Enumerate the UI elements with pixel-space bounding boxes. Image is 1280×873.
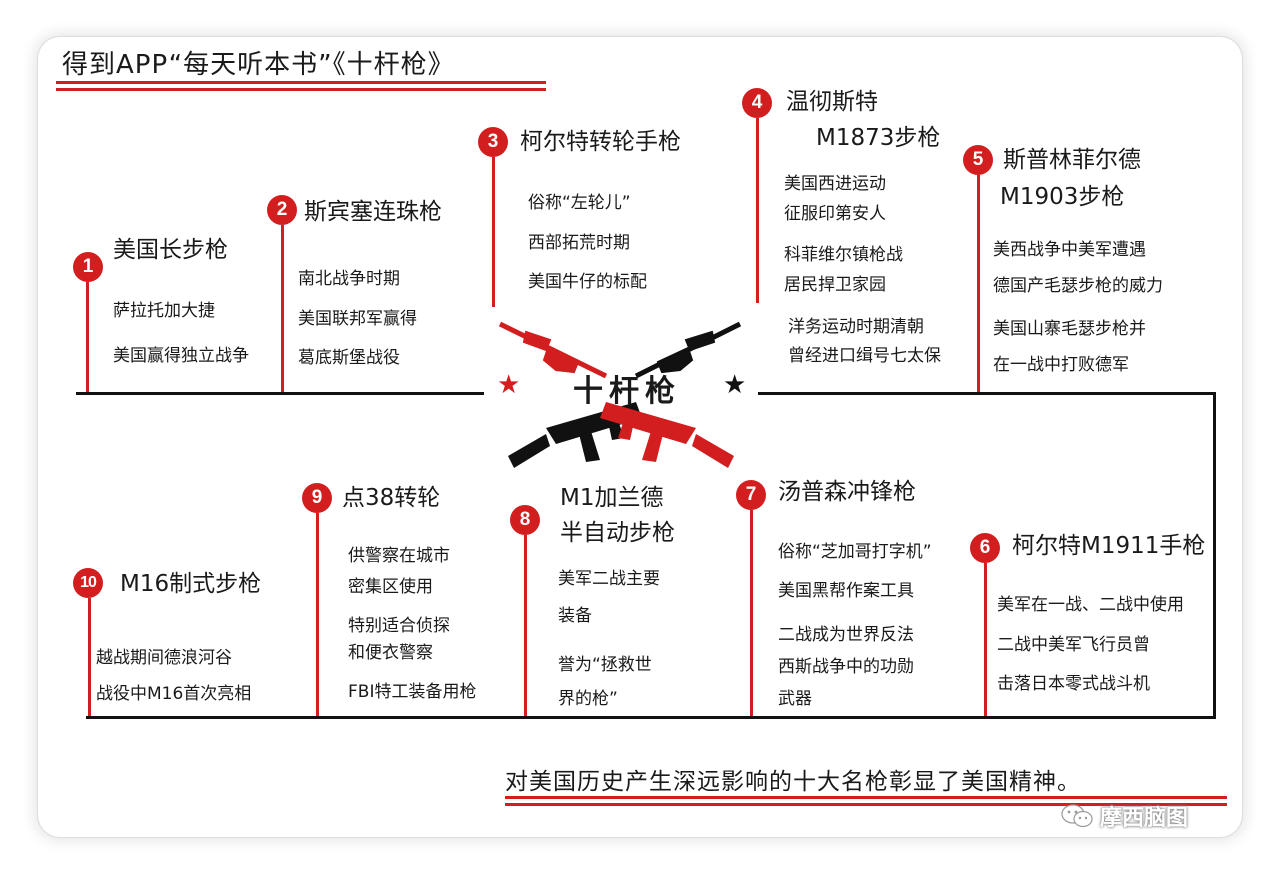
gun-1-line-2: 美国赢得独立战争	[113, 346, 249, 366]
gun-4-line-1: 美国西进运动	[784, 174, 886, 194]
gun-8-title-2: 半自动步枪	[560, 520, 675, 546]
gun-4-line-6: 曾经进口缉号七太保	[788, 346, 941, 366]
center-title: 十杆枪	[573, 374, 681, 409]
badge-9: 9	[302, 483, 332, 513]
gun-9-line-1: 供警察在城市	[348, 546, 450, 566]
gun-9-line-4: 和便衣警察	[348, 643, 433, 663]
badge-5: 5	[963, 145, 993, 175]
badge-8: 8	[510, 505, 540, 535]
brand-name: 摩西脑图	[1100, 806, 1189, 831]
badge-10: 10	[73, 568, 103, 598]
gun-8-line-3: 誉为“拯救世	[558, 655, 652, 675]
timeline-connector	[1213, 392, 1216, 719]
gun-8-title: M1加兰德	[560, 485, 664, 511]
gun-3-line-2: 西部拓荒时期	[528, 233, 630, 253]
gun-6-line-3: 击落日本零式战斗机	[997, 674, 1150, 694]
gun-5-title: 斯普林菲尔德	[1003, 147, 1141, 173]
badge-1: 1	[73, 252, 103, 282]
stem-6	[984, 563, 987, 716]
header-underline-2	[56, 88, 546, 91]
stem-10	[88, 598, 91, 716]
header-underline-1	[56, 81, 546, 84]
upper-timeline-right	[758, 392, 1216, 395]
brand-watermark: 摩西脑图	[1060, 800, 1188, 832]
gun-5-line-4: 在一战中打败德军	[993, 355, 1129, 375]
gun-1-title: 美国长步枪	[113, 237, 228, 263]
gun-10-line-2: 战役中M16首次亮相	[96, 684, 252, 704]
stem-7	[750, 510, 753, 716]
gun-8-line-4: 界的枪”	[558, 689, 618, 709]
black-star-icon: ★	[723, 370, 747, 400]
gun-2-line-3: 葛底斯堡战役	[298, 348, 400, 368]
gun-8-line-2: 装备	[558, 606, 592, 626]
gun-8-line-1: 美军二战主要	[558, 569, 660, 589]
gun-2-line-1: 南北战争时期	[298, 269, 400, 289]
gun-7-line-4: 西斯战争中的功勋	[778, 657, 914, 677]
gun-4-line-4: 居民捍卫家园	[784, 275, 886, 295]
gun-3-line-3: 美国牛仔的标配	[528, 272, 647, 292]
gun-6-line-1: 美军在一战、二战中使用	[997, 595, 1184, 615]
gun-4-line-2: 征服印第安人	[784, 204, 886, 224]
upper-timeline	[76, 392, 484, 395]
badge-3: 3	[478, 127, 508, 157]
stem-9	[316, 513, 319, 716]
badge-7: 7	[736, 480, 766, 510]
gun-7-line-2: 美国黑帮作案工具	[778, 581, 914, 601]
gun-7-line-1: 俗称“芝加哥打字机”	[778, 542, 932, 562]
stem-2	[281, 225, 284, 392]
summary-underline-1	[505, 796, 1227, 799]
header-title: 得到APP“每天听本书”《十杆枪》	[62, 50, 455, 80]
gun-5-line-2: 德国产毛瑟步枪的威力	[993, 276, 1163, 296]
gun-9-line-2: 密集区使用	[348, 577, 433, 597]
gun-6-line-2: 二战中美军飞行员曾	[997, 635, 1150, 655]
stem-8	[524, 535, 527, 716]
gun-5-title-2: M1903步枪	[1000, 184, 1125, 210]
stem-1	[86, 282, 89, 392]
gun-4-title-2: M1873步枪	[816, 125, 941, 151]
gun-5-line-1: 美西战争中美军遭遇	[993, 240, 1146, 260]
badge-2: 2	[267, 195, 297, 225]
gun-1-line-1: 萨拉托加大捷	[113, 301, 215, 321]
gun-9-line-3: 特别适合侦探	[348, 616, 450, 636]
gun-4-title: 温彻斯特	[786, 89, 878, 115]
gun-3-line-1: 俗称“左轮儿”	[528, 193, 631, 213]
gun-2-line-2: 美国联邦军赢得	[298, 309, 417, 329]
stem-4	[756, 118, 759, 303]
lower-timeline	[86, 716, 1216, 719]
gun-7-title: 汤普森冲锋枪	[778, 479, 916, 505]
gun-7-line-5: 武器	[778, 689, 812, 709]
gun-3-title: 柯尔特转轮手枪	[520, 129, 681, 155]
gun-10-title: M16制式步枪	[120, 571, 262, 597]
summary-text: 对美国历史产生深远影响的十大名枪彰显了美国精神。	[505, 769, 1081, 795]
gun-5-line-3: 美国山寨毛瑟步枪并	[993, 319, 1146, 339]
gun-9-title: 点38转轮	[342, 485, 441, 511]
gun-4-line-3: 科菲维尔镇枪战	[784, 245, 903, 265]
stem-5	[977, 175, 980, 392]
gun-7-line-3: 二战成为世界反法	[778, 625, 914, 645]
badge-6: 6	[970, 533, 1000, 563]
badge-4: 4	[742, 88, 772, 118]
gun-10-line-1: 越战期间德浪河谷	[96, 648, 232, 668]
stem-3	[492, 157, 495, 307]
gun-2-title: 斯宾塞连珠枪	[304, 199, 442, 225]
gun-4-line-5: 洋务运动时期清朝	[788, 317, 924, 337]
gun-6-title: 柯尔特M1911手枪	[1012, 533, 1206, 559]
wechat-icon	[1061, 804, 1093, 828]
red-star-icon: ★	[497, 370, 521, 400]
gun-9-line-5: FBI特工装备用枪	[348, 682, 477, 702]
red-rifle-lower	[600, 402, 734, 468]
